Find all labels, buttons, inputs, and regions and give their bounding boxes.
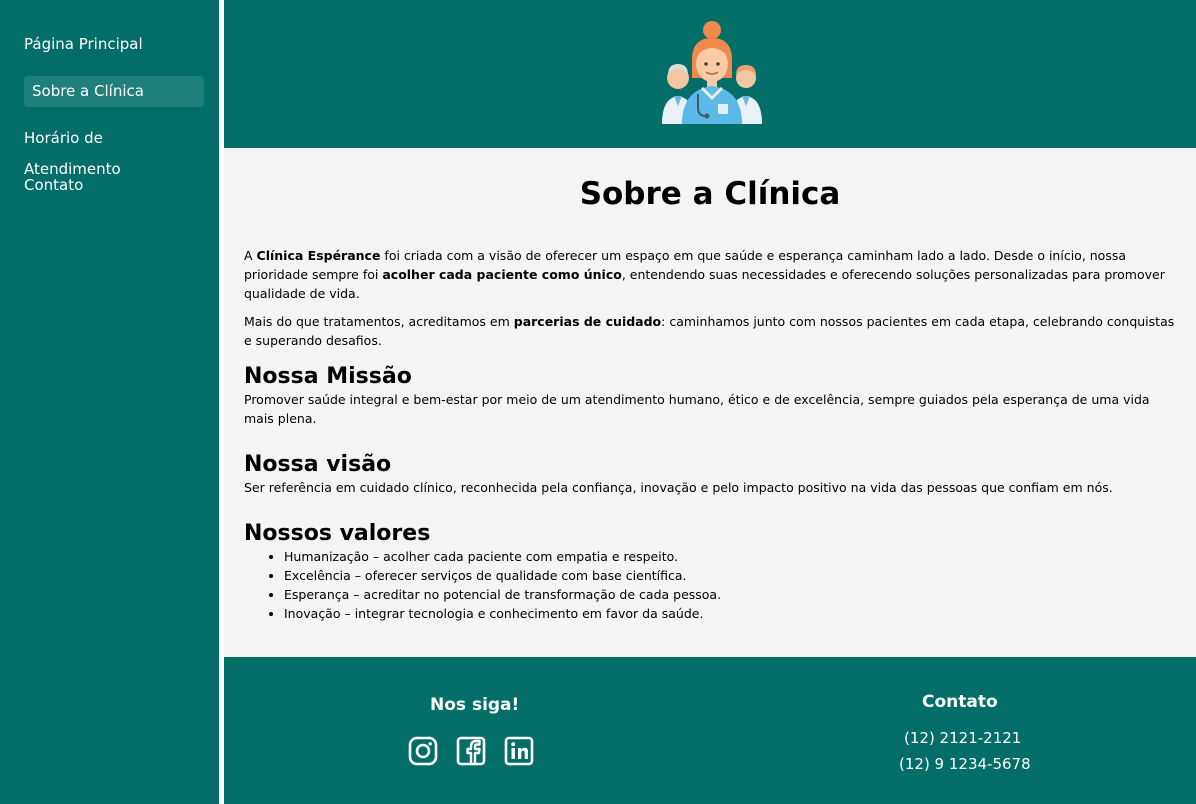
- sidebar: Página Principal Sobre a Clínica Horário…: [0, 0, 219, 804]
- list-item: Humanização – acolher cada paciente com …: [284, 547, 1176, 566]
- intro-paragraph-1: A Clínica Espérance foi criada com a vis…: [244, 246, 1176, 303]
- highlight-text: acolher cada paciente como único: [382, 267, 622, 282]
- phone-number: (12) 2121-2121: [904, 729, 1022, 747]
- clinic-name: Clínica Espérance: [256, 248, 381, 263]
- page-header: [224, 0, 1196, 148]
- medical-team-logo: [662, 21, 762, 124]
- social-links: [407, 735, 535, 767]
- sidebar-item-horario-de-atendimento[interactable]: Horário de Atendimento: [24, 123, 204, 178]
- mission-text: Promover saúde integral e bem-estar por …: [244, 392, 1150, 426]
- highlight-text: parcerias de cuidado: [513, 314, 662, 329]
- social-title: Nos siga!: [430, 695, 520, 715]
- linkedin-icon[interactable]: [503, 735, 535, 767]
- vision-heading: Nossa visão: [244, 452, 392, 477]
- intro-paragraph-2: Mais do que tratamentos, acreditamos em …: [244, 312, 1176, 350]
- instagram-icon[interactable]: [407, 735, 439, 767]
- page-footer: Nos siga! Contato (12) 2121-2121 (12) 9 …: [224, 657, 1196, 804]
- vision-text: Ser referência em cuidado clínico, recon…: [244, 480, 1113, 495]
- intro-text: A: [244, 248, 257, 263]
- sidebar-item-pagina-principal[interactable]: Página Principal: [24, 29, 204, 60]
- page-title: Sobre a Clínica: [579, 176, 841, 212]
- list-item: Inovação – integrar tecnologia e conheci…: [284, 604, 1176, 623]
- list-item: Excelência – oferecer serviços de qualid…: [284, 566, 1176, 585]
- contact-title: Contato: [922, 692, 998, 712]
- phone-number: (12) 9 1234-5678: [899, 755, 1031, 773]
- values-list: Humanização – acolher cada paciente com …: [244, 547, 1176, 623]
- intro-text: Mais do que tratamentos, acreditamos em: [244, 314, 514, 329]
- facebook-icon[interactable]: [455, 735, 487, 767]
- values-heading: Nossos valores: [244, 521, 431, 546]
- about-content: Sobre a Clínica A Clínica Espérance foi …: [224, 148, 1196, 657]
- main-area: Sobre a Clínica A Clínica Espérance foi …: [224, 0, 1196, 804]
- mission-heading: Nossa Missão: [244, 364, 412, 389]
- sidebar-nav: Página Principal Sobre a Clínica Horário…: [0, 0, 219, 201]
- sidebar-item-sobre-a-clinica[interactable]: Sobre a Clínica: [24, 76, 204, 107]
- list-item: Esperança – acreditar no potencial de tr…: [284, 585, 1176, 604]
